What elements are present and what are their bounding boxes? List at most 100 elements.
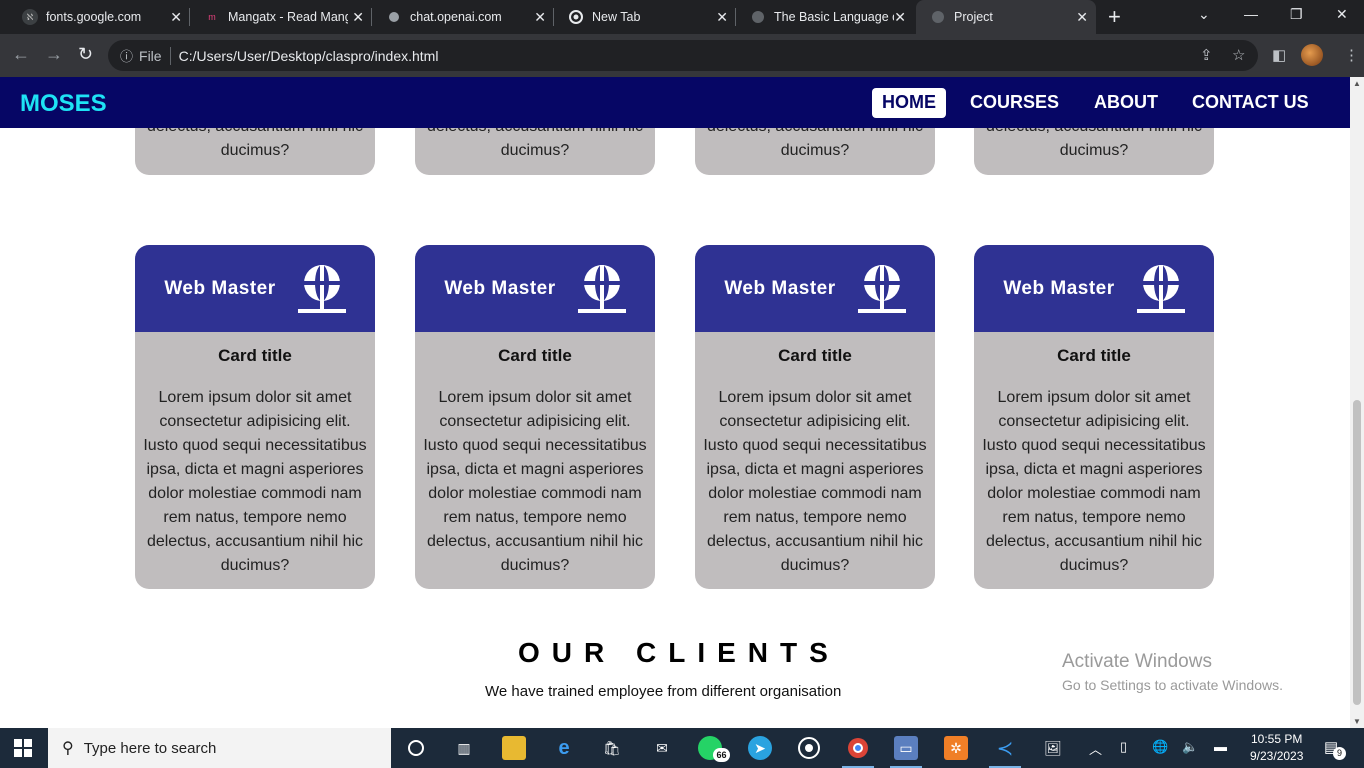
close-tab-icon[interactable]: ✕ (716, 9, 728, 26)
close-tab-icon[interactable]: ✕ (894, 9, 906, 26)
site-navbar: MOSES HOME COURSES ABOUT CONTACT US (0, 77, 1350, 128)
tab-mangatx[interactable]: m Mangatx - Read Manga ✕ (190, 0, 372, 34)
tab-fonts-google[interactable]: ℵ fonts.google.com ✕ (8, 0, 190, 34)
side-panel-icon[interactable]: ◧ (1272, 46, 1286, 64)
search-icon: ⚲ (62, 740, 74, 757)
mangatx-favicon-icon: m (208, 12, 216, 22)
address-bar[interactable]: ⓘ File C:/Users/User/Desktop/claspro/ind… (108, 40, 1258, 71)
photos-icon[interactable]: 🖼 (1041, 736, 1065, 760)
share-icon[interactable]: ⇪ (1200, 46, 1213, 64)
back-arrow-icon[interactable]: ← (12, 44, 30, 65)
forward-arrow-icon[interactable]: → (45, 44, 63, 65)
card-image-banner: Web Master (415, 245, 655, 332)
card-text: Lorem ipsum dolor sit amet consectetur a… (982, 389, 1206, 574)
close-tab-icon[interactable]: ✕ (170, 9, 182, 26)
close-tab-icon[interactable]: ✕ (534, 9, 546, 26)
banner-text: Web Master (164, 277, 276, 299)
page-viewport: delectus, accusantium nihil hic ducimus?… (0, 77, 1350, 728)
nav-courses[interactable]: COURSES (960, 88, 1069, 118)
tab-chat-openai[interactable]: chat.openai.com ✕ (372, 0, 554, 34)
banner-text: Web Master (444, 277, 556, 299)
card-title: Card title (498, 346, 572, 365)
browser-tab-strip: ℵ fonts.google.com ✕ m Mangatx - Read Ma… (0, 0, 1364, 34)
tab-label: fonts.google.com (46, 10, 142, 24)
clock-time: 10:55 PM (1251, 732, 1303, 746)
scrollbar-thumb[interactable] (1353, 400, 1361, 705)
windows-start-icon[interactable] (14, 739, 32, 757)
page-scrollbar[interactable]: ▲ ▼ (1350, 77, 1364, 728)
search-placeholder: Type here to search (83, 739, 217, 757)
nav-contact-us[interactable]: CONTACT US (1182, 88, 1319, 118)
tab-basic-language[interactable]: The Basic Language of ✕ (736, 0, 914, 34)
card: Web Master Card title Lorem ipsum dolor … (135, 245, 375, 589)
reload-icon[interactable]: ↻ (78, 44, 93, 65)
globe-icon (857, 264, 906, 313)
globe-favicon-icon (930, 9, 946, 25)
card-image-banner: Web Master (974, 245, 1214, 332)
network-globe-icon[interactable]: 🌐 (1152, 739, 1168, 755)
obs-studio-icon[interactable] (797, 736, 821, 760)
close-tab-icon[interactable]: ✕ (1076, 9, 1088, 26)
window-close-icon[interactable]: ✕ (1336, 6, 1348, 23)
chrome-taskbar-icon[interactable] (842, 736, 874, 768)
browser-menu-icon[interactable]: ⋮ (1344, 46, 1359, 64)
site-info-icon[interactable]: ⓘ (120, 46, 133, 65)
cortana-icon[interactable] (404, 736, 428, 760)
battery-icon[interactable]: ▯ (1120, 739, 1127, 755)
mail-icon[interactable]: ✉ (650, 736, 674, 760)
minimize-icon[interactable]: — (1244, 6, 1258, 22)
card-title: Card title (1057, 346, 1131, 365)
globe-favicon-icon (750, 9, 766, 25)
restore-icon[interactable]: ❐ (1290, 6, 1303, 23)
scroll-down-arrow-icon[interactable]: ▼ (1353, 717, 1361, 726)
address-url[interactable]: C:/Users/User/Desktop/claspro/index.html (179, 48, 439, 64)
nav-home[interactable]: HOME (872, 88, 946, 118)
file-explorer-icon[interactable] (502, 736, 526, 760)
clock-date: 9/23/2023 (1250, 749, 1304, 763)
taskbar-search-box[interactable]: ⚲ Type here to search (48, 728, 391, 768)
openai-favicon-icon (386, 9, 402, 25)
globe-icon (577, 264, 626, 313)
system-clock[interactable]: 10:55 PM 9/23/2023 (1250, 731, 1303, 765)
address-scheme-label: File (139, 47, 162, 64)
tab-new-tab[interactable]: New Tab ✕ (554, 0, 736, 34)
task-view-icon[interactable]: ▥ (452, 736, 476, 760)
globe-icon (297, 264, 346, 313)
whatsapp-unread-badge: 66 (713, 748, 730, 762)
tab-label: Project (954, 10, 993, 24)
close-tab-icon[interactable]: ✕ (352, 9, 364, 26)
scroll-up-arrow-icon[interactable]: ▲ (1353, 79, 1361, 88)
bookmark-star-icon[interactable]: ☆ (1232, 46, 1245, 64)
card-text: Lorem ipsum dolor sit amet consectetur a… (143, 389, 367, 574)
tab-label: New Tab (592, 10, 641, 24)
tab-project[interactable]: Project ✕ (916, 0, 1096, 34)
tab-search-chevron-icon[interactable]: ⌄ (1198, 6, 1210, 23)
card: Web Master Card title Lorem ipsum dolor … (974, 245, 1214, 589)
windows-taskbar: ⚲ Type here to search ▥ e 🛍 ✉ 66 ➤ ▭ ✲ ≺… (0, 728, 1364, 768)
telegram-icon[interactable]: ➤ (748, 736, 772, 760)
google-fonts-favicon-icon: ℵ (22, 9, 38, 25)
card-title: Card title (218, 346, 292, 365)
volume-icon[interactable]: 🔈 (1182, 739, 1198, 755)
nav-about[interactable]: ABOUT (1084, 88, 1168, 118)
show-hidden-icons-chevron-icon[interactable]: ︿ (1089, 739, 1102, 758)
banner-text: Web Master (724, 277, 836, 299)
card-title: Card title (778, 346, 852, 365)
edge-browser-icon[interactable]: e (552, 736, 576, 760)
globe-icon (1136, 264, 1185, 313)
profile-avatar[interactable] (1301, 44, 1323, 66)
keyboard-icon[interactable]: ▬ (1214, 739, 1227, 754)
clients-subtitle: We have trained employee from different … (485, 683, 842, 700)
browser-toolbar: ← → ↻ ⓘ File C:/Users/User/Desktop/clasp… (0, 34, 1364, 77)
microsoft-store-icon[interactable]: 🛍 (600, 736, 624, 760)
site-brand-logo[interactable]: MOSES (20, 90, 107, 118)
activate-windows-watermark: Activate Windows (1062, 651, 1212, 672)
card-image-banner: Web Master (695, 245, 935, 332)
card-text: Lorem ipsum dolor sit amet consectetur a… (423, 389, 647, 574)
new-tab-plus-icon[interactable]: + (1108, 4, 1121, 30)
xampp-icon[interactable]: ✲ (944, 736, 968, 760)
address-divider (169, 46, 171, 65)
vscode-icon[interactable]: ≺ (989, 736, 1021, 768)
remote-desktop-icon[interactable]: ▭ (890, 736, 922, 768)
card: Web Master Card title Lorem ipsum dolor … (695, 245, 935, 589)
